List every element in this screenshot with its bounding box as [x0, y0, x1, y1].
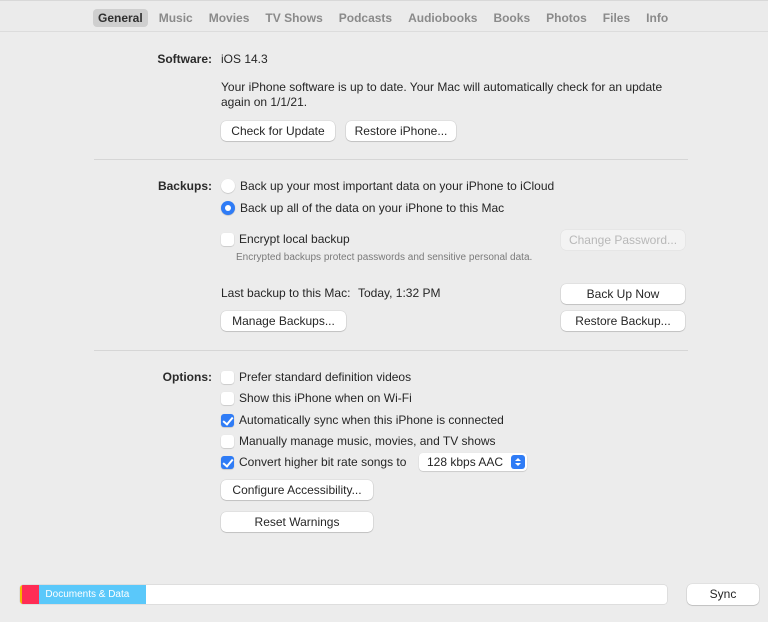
- software-label: Software:: [157, 52, 212, 66]
- tab-audiobooks[interactable]: Audiobooks: [403, 9, 482, 27]
- radio-icloud[interactable]: [221, 179, 235, 193]
- backup-icloud-label: Back up your most important data on your…: [240, 179, 555, 193]
- option-convert-bitrate[interactable]: Convert higher bit rate songs to: [221, 454, 406, 470]
- tab-tv-shows[interactable]: TV Shows: [260, 9, 327, 27]
- encrypt-checkbox[interactable]: [221, 232, 234, 246]
- option-prefer-sd[interactable]: Prefer standard definition videos: [221, 369, 411, 385]
- manage-backups-button[interactable]: Manage Backups...: [221, 311, 346, 331]
- last-backup-label: Last backup to this Mac:: [221, 286, 351, 300]
- backups-label: Backups:: [157, 179, 212, 193]
- option-prefer-sd-label: Prefer standard definition videos: [239, 370, 412, 384]
- check-for-update-button[interactable]: Check for Update: [221, 121, 335, 141]
- reset-warnings-button[interactable]: Reset Warnings: [221, 512, 373, 532]
- option-auto-sync[interactable]: Automatically sync when this iPhone is c…: [221, 412, 504, 428]
- tab-music[interactable]: Music: [154, 9, 198, 27]
- stepper-arrows-icon: [511, 455, 525, 469]
- tab-bar: General Music Movies TV Shows Podcasts A…: [0, 0, 768, 32]
- encrypt-label: Encrypt local backup: [239, 232, 350, 246]
- software-version: iOS 14.3: [221, 52, 268, 66]
- checkbox-auto-sync[interactable]: [221, 413, 234, 427]
- software-status-line2: again on 1/1/21.: [221, 95, 308, 109]
- checkbox-manual-manage[interactable]: [221, 434, 234, 448]
- radio-mac[interactable]: [221, 201, 235, 215]
- last-backup-value: Today, 1:32 PM: [358, 286, 441, 300]
- other-segment: [21, 585, 40, 604]
- backup-icloud-option[interactable]: Back up your most important data on your…: [221, 178, 554, 194]
- tab-movies[interactable]: Movies: [204, 9, 255, 27]
- documents-data-segment: Documents & Data: [39, 585, 147, 604]
- option-show-wifi[interactable]: Show this iPhone when on Wi-Fi: [221, 390, 412, 406]
- bitrate-select[interactable]: 128 kbps AAC: [419, 453, 527, 471]
- backup-mac-label: Back up all of the data on your iPhone t…: [240, 201, 505, 215]
- restore-iphone-button[interactable]: Restore iPhone...: [346, 121, 456, 141]
- option-convert-bitrate-label: Convert higher bit rate songs to: [239, 455, 407, 469]
- software-status-line1: Your iPhone software is up to date. Your…: [221, 80, 663, 94]
- sync-button[interactable]: Sync: [687, 584, 759, 605]
- tabs: General Music Movies TV Shows Podcasts A…: [93, 9, 679, 27]
- separator: [94, 350, 688, 351]
- option-auto-sync-label: Automatically sync when this iPhone is c…: [239, 413, 504, 427]
- option-show-wifi-label: Show this iPhone when on Wi-Fi: [239, 391, 412, 405]
- tab-files[interactable]: Files: [598, 9, 635, 27]
- checkbox-prefer-sd[interactable]: [221, 370, 234, 384]
- tab-podcasts[interactable]: Podcasts: [334, 9, 397, 27]
- restore-backup-button[interactable]: Restore Backup...: [561, 311, 685, 331]
- tab-books[interactable]: Books: [488, 9, 535, 27]
- option-manual-manage[interactable]: Manually manage music, movies, and TV sh…: [221, 433, 496, 449]
- storage-bar: Documents & Data: [20, 585, 667, 604]
- tab-general[interactable]: General: [93, 9, 148, 27]
- storage-segment-label: Documents & Data: [45, 589, 130, 600]
- backup-mac-option[interactable]: Back up all of the data on your iPhone t…: [221, 200, 504, 216]
- configure-accessibility-button[interactable]: Configure Accessibility...: [221, 480, 373, 500]
- separator: [94, 159, 688, 160]
- checkbox-convert-bitrate[interactable]: [221, 455, 234, 469]
- tab-info[interactable]: Info: [641, 9, 673, 27]
- options-label: Options:: [162, 370, 212, 384]
- checkbox-show-wifi[interactable]: [221, 391, 234, 405]
- bitrate-value: 128 kbps AAC: [427, 455, 504, 469]
- encrypt-note: Encrypted backups protect passwords and …: [236, 252, 533, 263]
- option-manual-manage-label: Manually manage music, movies, and TV sh…: [239, 434, 496, 448]
- change-password-button[interactable]: Change Password...: [561, 230, 685, 250]
- back-up-now-button[interactable]: Back Up Now: [561, 284, 685, 304]
- tab-photos[interactable]: Photos: [541, 9, 592, 27]
- encrypt-backup-option[interactable]: Encrypt local backup: [221, 231, 350, 247]
